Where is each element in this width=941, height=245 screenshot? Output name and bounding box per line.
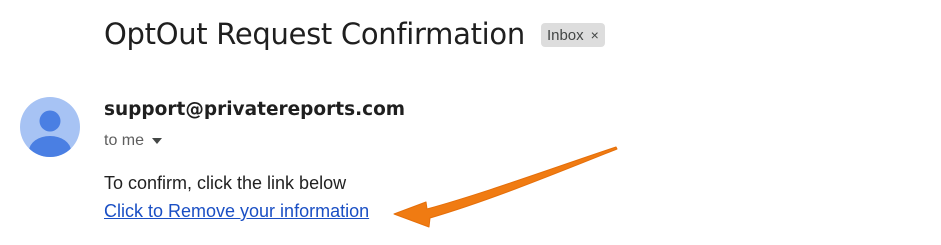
inbox-label-chip[interactable]: Inbox × — [540, 23, 605, 47]
email-header: OptOut Request Confirmation Inbox × — [104, 14, 605, 54]
recipient-text: to me — [104, 132, 145, 149]
sender-email[interactable]: support@privatereports.com — [104, 99, 405, 120]
default-person-avatar-icon — [29, 110, 71, 157]
label-chip-text: Inbox — [546, 26, 584, 44]
sender-avatar[interactable] — [20, 97, 80, 157]
orange-arrow-annotation — [393, 146, 618, 228]
email-subject: OptOut Request Confirmation — [104, 17, 525, 51]
arrow-shape — [393, 146, 618, 228]
remove-label-icon[interactable]: × — [591, 28, 599, 42]
email-body-text: To confirm, click the link below — [104, 173, 347, 193]
caret-down-icon — [152, 138, 163, 144]
recipient-details-toggle[interactable]: to me — [104, 132, 163, 150]
remove-information-link[interactable]: Click to Remove your information — [104, 201, 369, 222]
